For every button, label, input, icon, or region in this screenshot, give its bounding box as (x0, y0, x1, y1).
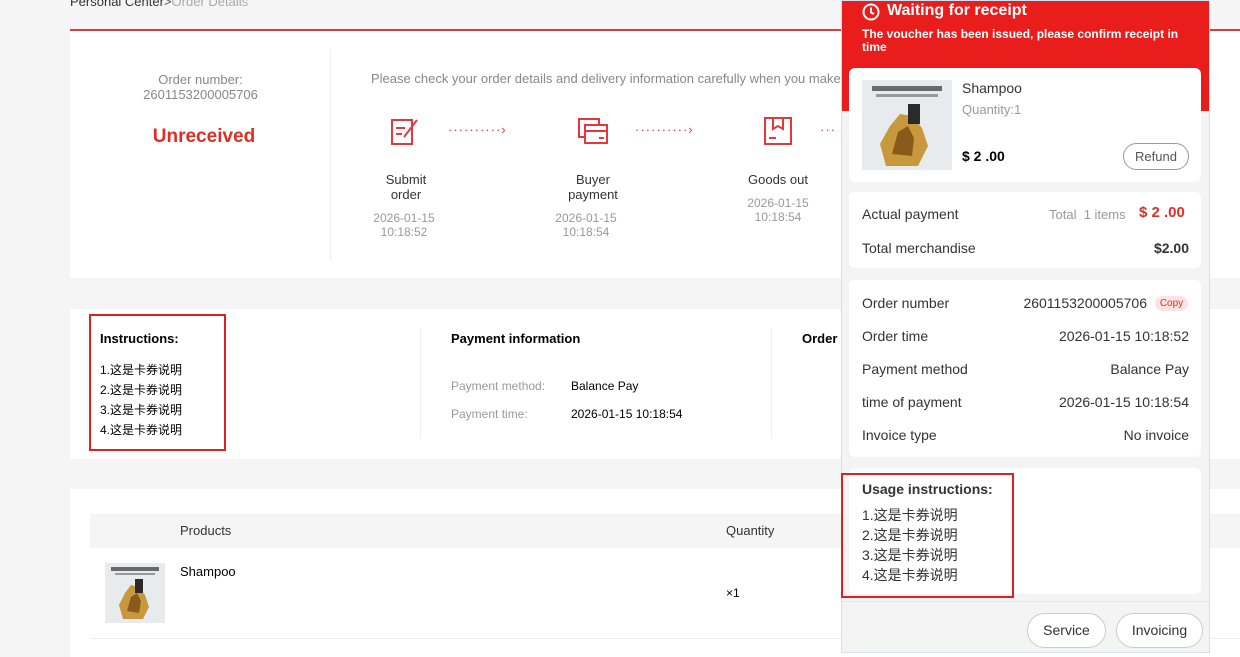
divider (771, 328, 772, 438)
step-submit-order-time: 2026-01-15 10:18:52 (364, 211, 444, 239)
step-date: 2026-01-15 (747, 196, 809, 210)
step-connector: ··········› (448, 122, 507, 137)
instructions-title: Instructions: (100, 331, 179, 346)
step-label-line2: payment (568, 187, 618, 202)
product-quantity: ×1 (726, 586, 740, 600)
total-text: Total (1049, 207, 1077, 222)
step-time: 10:18:54 (562, 225, 610, 239)
divider (330, 50, 331, 260)
breadcrumb-current: Order Details (171, 0, 249, 9)
instruction-item: 4.这是卡券说明 (100, 423, 183, 437)
payment-time-label: Payment time: (451, 407, 528, 421)
payment-method-label: Payment method: (451, 379, 546, 393)
breadcrumb: Personal Center>Order Details (70, 0, 248, 9)
usage-item: 1.这是卡券说明 (862, 507, 958, 523)
instruction-item: 2.这是卡券说明 (100, 383, 183, 397)
step-submit-order-label: Submit order (366, 172, 446, 202)
actual-payment-label: Actual payment (862, 206, 959, 222)
drawer-product-price: $ 2 .00 (962, 148, 1005, 164)
service-button[interactable]: Service (1027, 613, 1106, 648)
card-payment-icon (578, 118, 608, 144)
order-number-value: 2601153200005706 (1023, 295, 1147, 311)
clock-icon (862, 3, 880, 21)
step-time: 10:18:54 (754, 210, 802, 224)
package-box-icon (764, 117, 792, 145)
step-label-line1: Submit (385, 172, 427, 187)
step-time: 10:18:52 (380, 225, 428, 239)
product-name[interactable]: Shampoo (180, 564, 236, 579)
payment-method-value: Balance Pay (1110, 361, 1189, 377)
step-label-line1: Goods out (748, 172, 808, 187)
usage-instructions-title: Usage instructions: (862, 481, 993, 497)
order-form-icon (391, 119, 418, 145)
order-time-label: Order time (862, 328, 929, 344)
step-label-line2: order (390, 187, 422, 202)
quantity-column-header: Quantity (726, 523, 775, 538)
order-number-block: Order number: 2601153200005706 (70, 72, 331, 102)
breadcrumb-home[interactable]: Personal Center (70, 0, 164, 9)
order-number-label: Order number: (158, 72, 243, 87)
step-goods-out-label: Goods out (738, 172, 818, 187)
order-time-value: 2026-01-15 10:18:52 (1059, 328, 1189, 344)
order-number-label: Order number (862, 295, 950, 311)
drawer-product-image[interactable] (862, 80, 952, 170)
drawer-title: Waiting for receipt (887, 2, 1027, 19)
usage-item: 3.这是卡券说明 (862, 547, 958, 563)
step-buyer-payment-label: Buyer payment (553, 172, 633, 202)
breadcrumb-separator: > (163, 0, 172, 9)
payment-time-value: 2026-01-15 10:18:54 (571, 407, 683, 421)
payment-info-title: Payment information (451, 331, 581, 346)
copy-button[interactable]: Copy (1155, 296, 1188, 311)
payment-method-label: Payment method (862, 361, 968, 377)
time-of-payment-label: time of payment (862, 394, 962, 410)
step-connector: ··· (820, 122, 836, 137)
actual-payment-value: $ 2 .00 (1139, 204, 1185, 221)
actual-payment-total: Total 1 items (1049, 207, 1126, 222)
instruction-item: 3.这是卡券说明 (100, 403, 183, 417)
usage-item: 4.这是卡券说明 (862, 567, 958, 583)
products-column-header: Products (180, 523, 232, 538)
divider (420, 328, 421, 438)
order-hint-text: Please check your order details and deli… (371, 71, 841, 86)
step-goods-out-time: 2026-01-15 10:18:54 (738, 196, 818, 224)
invoicing-button[interactable]: Invoicing (1116, 613, 1203, 648)
total-merchandise-label: Total merchandise (862, 240, 976, 256)
instruction-item: 1.这是卡券说明 (100, 363, 183, 377)
drawer-product-name: Shampoo (962, 80, 1022, 96)
time-of-payment-value: 2026-01-15 10:18:54 (1059, 394, 1189, 410)
items-count: 1 items (1083, 207, 1126, 222)
drawer-product-quantity: Quantity:1 (962, 102, 1022, 117)
order-info-title: Order i (802, 331, 845, 346)
step-connector: ··········› (635, 122, 694, 137)
invoice-type-label: Invoice type (862, 427, 937, 443)
drawer-subtitle: The voucher has been issued, please conf… (862, 27, 1179, 54)
usage-item: 2.这是卡券说明 (862, 527, 958, 543)
refund-button[interactable]: Refund (1123, 143, 1189, 170)
order-status: Unreceived (152, 126, 256, 147)
total-merchandise-value: $2.00 (1153, 240, 1189, 256)
product-thumbnail[interactable] (105, 563, 165, 623)
order-number-value: 2601153200005706 (143, 87, 258, 102)
step-label-line1: Buyer (576, 172, 610, 187)
footer-divider (842, 601, 1209, 602)
step-date: 2026-01-15 (373, 211, 435, 225)
payment-method-value: Balance Pay (571, 379, 639, 393)
step-buyer-payment-time: 2026-01-15 10:18:54 (546, 211, 626, 239)
step-date: 2026-01-15 (555, 211, 617, 225)
invoice-type-value: No invoice (1123, 427, 1189, 443)
